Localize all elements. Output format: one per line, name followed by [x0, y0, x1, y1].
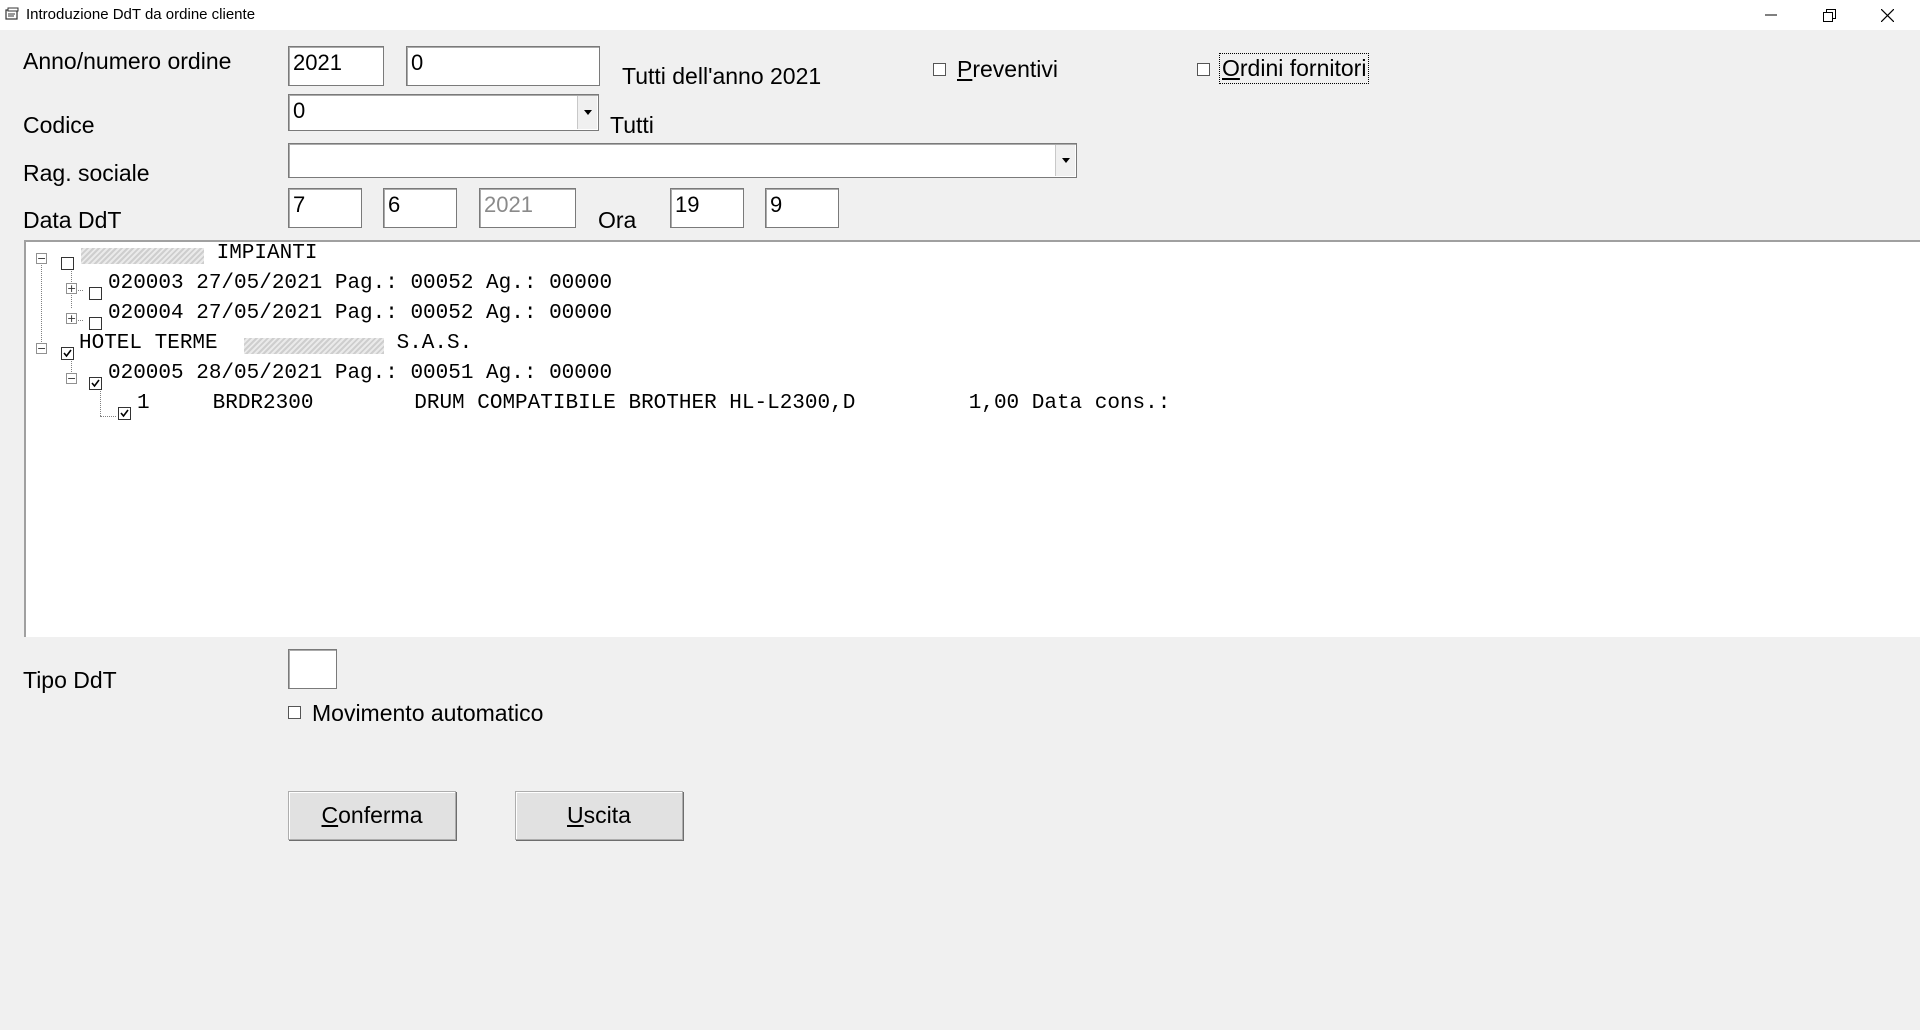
tipo-ddt-label: Tipo DdT — [23, 667, 117, 693]
uscita-button[interactable]: Uscita — [515, 791, 683, 840]
preventivi-label[interactable]: Preventivi — [957, 56, 1058, 83]
tree-node-label-suffix[interactable]: S.A.S. — [384, 332, 473, 355]
ordini-fornitori-label[interactable]: Ordini fornitori — [1219, 53, 1370, 84]
codice-value: 0 — [293, 98, 306, 123]
orders-tree[interactable]: − IMPIANTI + 020003 27/05/2021 Pag.: 000… — [24, 240, 1920, 637]
anno-ordine-field[interactable]: 2021 — [288, 46, 384, 86]
ora-field[interactable]: 19 — [670, 188, 744, 228]
tree-collapse-toggle[interactable]: − — [36, 253, 47, 264]
giorno-field[interactable]: 7 — [288, 188, 362, 228]
ordini-mnemonic: O — [1222, 55, 1240, 81]
preventivi-label-text: reventivi — [972, 56, 1058, 82]
tree-node-checkbox[interactable] — [89, 317, 102, 330]
movimento-automatico-checkbox[interactable] — [288, 706, 301, 719]
tree-node-label[interactable]: 020004 27/05/2021 Pag.: 00052 Ag.: 00000 — [108, 302, 612, 325]
minimize-icon — [1765, 14, 1777, 16]
ora-label: Ora — [598, 207, 637, 233]
tree-expand-toggle[interactable]: + — [66, 313, 77, 324]
tipo-ddt-field[interactable] — [288, 649, 337, 689]
chevron-down-icon — [1061, 158, 1070, 163]
checkmark-icon — [120, 409, 129, 418]
minuti-field[interactable]: 9 — [765, 188, 839, 228]
rag-sociale-dropdown-button[interactable] — [1055, 145, 1075, 176]
tree-node-checkbox[interactable] — [89, 287, 102, 300]
tree-node-label[interactable]: 1 BRDR2300 DRUM COMPATIBILE BROTHER HL-L… — [137, 392, 1170, 415]
tree-node-label[interactable]: 020005 28/05/2021 Pag.: 00051 Ag.: 00000 — [108, 362, 612, 385]
ordini-fornitori-checkbox[interactable] — [1197, 63, 1210, 76]
tree-node-checkbox-checked[interactable] — [89, 377, 102, 390]
restore-icon — [1822, 8, 1836, 22]
tree-collapse-toggle[interactable]: − — [66, 373, 77, 384]
movimento-automatico-label[interactable]: Movimento automatico — [312, 700, 543, 727]
tree-expand-toggle[interactable]: + — [66, 283, 77, 294]
tree-node-checkbox[interactable] — [61, 257, 74, 270]
redacted-name — [81, 248, 204, 264]
tree-node-checkbox-checked[interactable] — [61, 347, 74, 360]
close-button[interactable] — [1859, 0, 1915, 30]
anno-numero-label: Anno/numero ordine — [23, 48, 232, 74]
window-title: Introduzione DdT da ordine cliente — [26, 6, 256, 23]
checkmark-icon — [63, 349, 72, 358]
minimize-button[interactable] — [1743, 0, 1799, 30]
uscita-label: scita — [583, 802, 631, 828]
preventivi-mnemonic: P — [957, 56, 973, 82]
codice-dropdown-button[interactable] — [577, 96, 597, 129]
preventivi-checkbox[interactable] — [933, 63, 946, 76]
rag-sociale-label: Rag. sociale — [23, 160, 150, 186]
app-icon — [5, 7, 19, 21]
conferma-mnemonic: C — [321, 802, 339, 828]
chevron-down-icon — [583, 110, 592, 115]
checkmark-icon — [91, 379, 100, 388]
tree-node-label[interactable]: IMPIANTI — [204, 242, 318, 265]
tree-node-label[interactable]: 020003 27/05/2021 Pag.: 00052 Ag.: 00000 — [108, 272, 612, 295]
redacted-name — [244, 338, 384, 354]
rag-sociale-combo[interactable] — [288, 143, 1077, 178]
tree-node-label-prefix[interactable]: HOTEL TERME — [79, 332, 230, 355]
uscita-mnemonic: U — [567, 802, 584, 828]
data-ddt-label: Data DdT — [23, 207, 122, 233]
close-icon — [1880, 8, 1894, 22]
tutti-anno-text: Tutti dell'anno 2021 — [622, 63, 822, 89]
restore-button[interactable] — [1801, 0, 1857, 30]
conferma-button[interactable]: Conferma — [288, 791, 456, 840]
tree-connector — [100, 416, 116, 417]
codice-label: Codice — [23, 112, 95, 138]
codice-combo[interactable]: 0 — [288, 94, 599, 131]
mese-field[interactable]: 6 — [383, 188, 457, 228]
ordini-label-text: rdini fornitori — [1239, 55, 1367, 81]
tutti-text: Tutti — [610, 112, 654, 138]
title-bar — [0, 0, 1920, 30]
conferma-label: onferma — [338, 802, 423, 828]
anno-ddt-field: 2021 — [479, 188, 576, 228]
numero-ordine-field[interactable]: 0 — [406, 46, 600, 86]
tree-node-checkbox-checked[interactable] — [118, 407, 131, 420]
tree-connector — [41, 258, 42, 342]
tree-collapse-toggle[interactable]: − — [36, 343, 47, 354]
